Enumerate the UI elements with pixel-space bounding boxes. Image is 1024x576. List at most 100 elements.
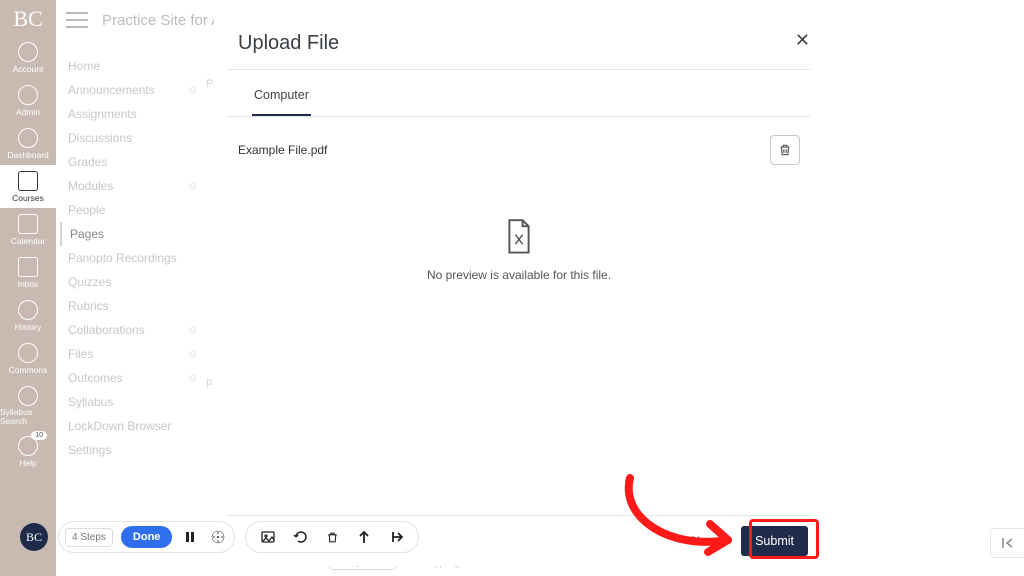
tutorial-toolbar: BC 4 Steps Done (20, 518, 419, 556)
submit-button[interactable]: Submit (741, 526, 808, 556)
delete-file-button[interactable] (770, 135, 800, 165)
course-nav-item[interactable]: Syllabus (60, 390, 200, 414)
global-nav-label: Courses (12, 193, 44, 203)
global-nav-label: Inbox (18, 279, 39, 289)
global-nav-admin[interactable]: Admin (0, 79, 56, 122)
course-nav-item[interactable]: Files ⦸ (60, 342, 200, 366)
course-nav-label: Pages (70, 227, 104, 241)
global-nav-courses[interactable]: Courses (0, 165, 56, 208)
dashboard-icon (18, 128, 38, 148)
course-nav: Home Announcements⦸ Assignments Discussions… (60, 54, 200, 462)
blur-icon[interactable] (208, 527, 228, 547)
courses-icon (18, 171, 38, 191)
global-nav-commons[interactable]: Commons (0, 337, 56, 380)
file-icon (504, 219, 534, 255)
course-nav-label: Modules (68, 179, 113, 193)
bg-p-char: p (206, 376, 212, 388)
course-nav-item[interactable]: Rubrics (60, 294, 200, 318)
app-logo[interactable]: BC (13, 6, 42, 32)
inbox-icon (18, 257, 38, 277)
course-nav-label: Files (68, 347, 93, 361)
chevron-left-bar-icon (1000, 537, 1016, 549)
course-nav-label: LockDown Browser (68, 419, 171, 433)
global-nav-label: Help (19, 458, 36, 468)
course-nav-label: Assignments (68, 107, 137, 121)
course-nav-item[interactable]: Quizzes (60, 270, 200, 294)
history-icon (18, 300, 38, 320)
file-preview: No preview is available for this file. (214, 219, 824, 282)
global-nav-label: Commons (9, 365, 48, 375)
global-nav-label: Syllabus Search (0, 408, 56, 425)
course-nav-item[interactable]: Outcomes ⦸ (60, 366, 200, 390)
collapse-sidebar-button[interactable] (990, 528, 1024, 558)
tab-computer[interactable]: Computer (252, 88, 311, 116)
global-nav-label: Calendar (11, 236, 46, 246)
global-nav-dashboard[interactable]: Dashboard (0, 122, 56, 165)
course-nav-item[interactable]: Collaborations ⦸ (60, 318, 200, 342)
help-icon: 10 (18, 436, 38, 456)
upload-file-modal: Upload File ✕ Computer Example File.pdf … (214, 14, 824, 566)
course-nav-label: Outcomes (68, 371, 123, 385)
course-nav-label: Rubrics (68, 299, 109, 313)
course-nav-label: Panopto Recordings (68, 251, 177, 265)
editor-toolbar-pill (245, 521, 419, 553)
syllabus-search-icon (18, 386, 38, 406)
global-nav: BC Account Admin Dashboard Courses Calen… (0, 0, 56, 576)
course-nav-label: Settings (68, 443, 111, 457)
done-button[interactable]: Done (121, 526, 173, 548)
pause-icon[interactable] (180, 527, 200, 547)
course-nav-item[interactable]: Grades (60, 150, 200, 174)
course-nav-label: Collaborations (68, 323, 145, 337)
course-nav-label: Grades (68, 155, 107, 169)
course-nav-item[interactable]: LockDown Browser (60, 414, 200, 438)
help-badge: 10 (31, 431, 47, 440)
close-icon[interactable]: ✕ (795, 30, 810, 51)
global-nav-inbox[interactable]: Inbox (0, 251, 56, 294)
course-nav-item[interactable]: Settings (60, 438, 200, 462)
commons-icon (18, 343, 38, 363)
course-nav-label: Discussions (68, 131, 132, 145)
global-nav-label: Dashboard (7, 150, 49, 160)
steps-badge[interactable]: 4 Steps (65, 528, 113, 547)
course-nav-item[interactable]: Discussions (60, 126, 200, 150)
hamburger-icon[interactable] (66, 12, 88, 28)
global-nav-help[interactable]: 10 Help (0, 430, 56, 473)
hidden-icon: ⦸ (189, 324, 196, 337)
admin-icon (18, 85, 38, 105)
no-preview-text: No preview is available for this file. (214, 268, 824, 282)
trash-icon (778, 143, 792, 157)
hidden-icon: ⦸ (189, 372, 196, 385)
mini-logo[interactable]: BC (20, 523, 48, 551)
course-nav-item[interactable]: Assignments (60, 102, 200, 126)
global-nav-label: Admin (16, 107, 40, 117)
course-nav-label: People (68, 203, 105, 217)
exit-icon[interactable] (386, 527, 406, 547)
trash-icon[interactable] (322, 527, 342, 547)
course-nav-label: Syllabus (68, 395, 113, 409)
close-button[interactable]: Close (678, 527, 729, 555)
file-name: Example File.pdf (238, 143, 770, 157)
course-nav-item[interactable]: Modules ⦸ (60, 174, 200, 198)
image-icon[interactable] (258, 527, 278, 547)
upload-source-tabs: Computer (228, 70, 810, 117)
course-nav-label: Quizzes (68, 275, 111, 289)
tutorial-pill: 4 Steps Done (58, 521, 235, 553)
course-nav-item[interactable]: Announcements⦸ (60, 78, 200, 102)
global-nav-history[interactable]: History (0, 294, 56, 337)
hidden-icon: ⦸ (189, 348, 196, 361)
hidden-icon: ⦸ (189, 84, 196, 97)
modal-header: Upload File (214, 14, 824, 69)
course-nav-item[interactable]: Home (60, 54, 200, 78)
course-nav-item[interactable]: Pages (60, 222, 200, 246)
course-nav-item[interactable]: People (60, 198, 200, 222)
file-row: Example File.pdf (236, 129, 802, 171)
global-nav-syllabus-search[interactable]: Syllabus Search (0, 380, 56, 430)
global-nav-calendar[interactable]: Calendar (0, 208, 56, 251)
course-nav-item[interactable]: Panopto Recordings (60, 246, 200, 270)
undo-icon[interactable] (290, 527, 310, 547)
arrow-up-icon[interactable] (354, 527, 374, 547)
global-nav-account[interactable]: Account (0, 36, 56, 79)
hidden-icon: ⦸ (189, 180, 196, 193)
calendar-icon (18, 214, 38, 234)
course-nav-label: Home (68, 59, 100, 73)
